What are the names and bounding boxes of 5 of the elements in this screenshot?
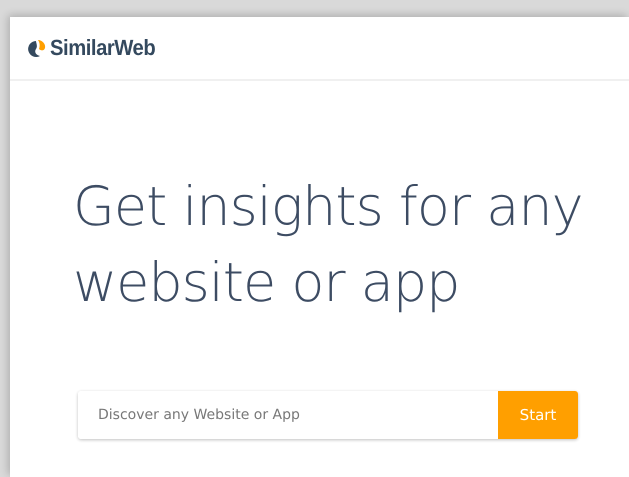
logo-text: SimilarWeb (50, 35, 156, 61)
logo-icon (26, 37, 48, 59)
search-field[interactable]: Discover any Website or App (78, 391, 498, 439)
start-button[interactable]: Start (498, 391, 578, 439)
headline: Get insights for any website or app (73, 174, 584, 316)
